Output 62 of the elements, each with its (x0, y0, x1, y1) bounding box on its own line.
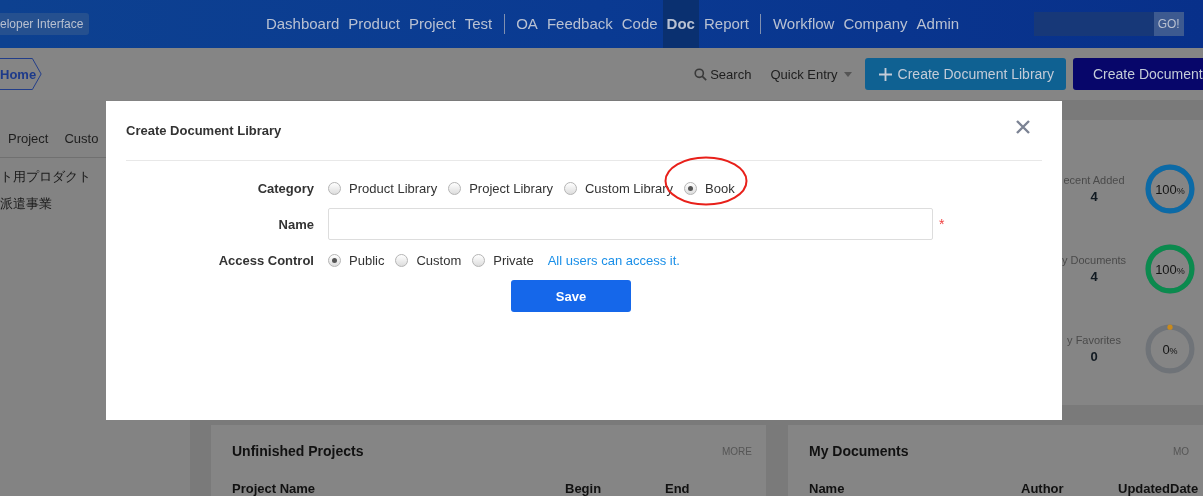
nav-item[interactable]: Product (344, 0, 404, 48)
radio-label[interactable]: Custom (416, 252, 462, 268)
nav-item[interactable]: Feedback (542, 0, 617, 48)
radio-button[interactable] (472, 253, 486, 267)
nav-item[interactable]: OA (512, 0, 542, 48)
radio-button[interactable] (328, 253, 341, 267)
radio-label[interactable]: Product Library (349, 180, 438, 196)
search-icon (694, 67, 708, 81)
column-header: UpdatedDate (1118, 481, 1199, 496)
nav-item[interactable]: Workflow (769, 0, 839, 48)
percent-value: 0% (1162, 341, 1178, 357)
nav-item[interactable]: Admin (912, 0, 964, 48)
column-header: Name (809, 481, 846, 496)
progress-track (1145, 324, 1195, 374)
caret-icon (843, 71, 852, 77)
nav-item[interactable]: Test (460, 0, 497, 48)
stat-label: ecent Added (1063, 174, 1125, 186)
panel-tab[interactable]: Custo (64, 131, 99, 146)
field-label: Category (256, 180, 314, 196)
search-link[interactable]: Search (694, 66, 752, 82)
radio-button[interactable] (328, 181, 341, 195)
column-header: Author (1021, 481, 1065, 496)
create-button[interactable]: Create Document (1073, 58, 1203, 90)
stat-count: 4 (1090, 189, 1098, 204)
plus-icon (878, 67, 892, 81)
nav-item[interactable]: Project (405, 0, 460, 48)
column-header: Begin (565, 481, 603, 496)
column-header: Project Name (232, 481, 317, 496)
radio-button[interactable] (684, 181, 698, 195)
name-input[interactable] (328, 208, 933, 240)
radio-button[interactable] (563, 181, 577, 195)
field-label: Name (277, 216, 314, 232)
create-button[interactable]: Create Document Library (864, 58, 1066, 90)
brand-badge: eloper Interface (0, 13, 90, 35)
card-title: My Documents (809, 443, 909, 459)
stat-count: 0 (1090, 349, 1098, 364)
nav-item[interactable]: Code (617, 0, 662, 48)
nav-item[interactable]: Doc (662, 0, 699, 48)
radio-button[interactable] (395, 253, 409, 267)
radio-label[interactable]: Project Library (469, 180, 553, 196)
save-button[interactable]: Save (511, 280, 631, 312)
dialog-title: Create Document Library (126, 123, 282, 138)
nav-item[interactable]: Dashboard (261, 0, 344, 48)
go-button[interactable]: GO! (1153, 12, 1184, 36)
required-mark: * (939, 216, 945, 232)
field-label: Access Control (217, 252, 314, 268)
radio-label[interactable]: Private (493, 252, 534, 268)
radio-button[interactable] (448, 181, 462, 195)
nav-item[interactable]: Company (839, 0, 912, 48)
quick-entry-dropdown[interactable]: Quick Entry (770, 66, 852, 82)
radio-label[interactable]: Public (349, 252, 385, 268)
percent-value: 100% (1155, 181, 1185, 197)
radio-label[interactable]: Book (705, 180, 735, 196)
column-header: End (665, 481, 691, 496)
nav-item[interactable]: Report (699, 0, 753, 48)
close-icon[interactable] (1016, 119, 1030, 134)
search-field[interactable] (1033, 12, 1154, 36)
percent-value: 100% (1155, 261, 1185, 277)
stat-count: 4 (1090, 269, 1098, 284)
panel-tab[interactable]: Project (8, 131, 49, 146)
hint-text: All users can access it. (547, 252, 680, 268)
card-title: Unfinished Projects (232, 443, 364, 459)
